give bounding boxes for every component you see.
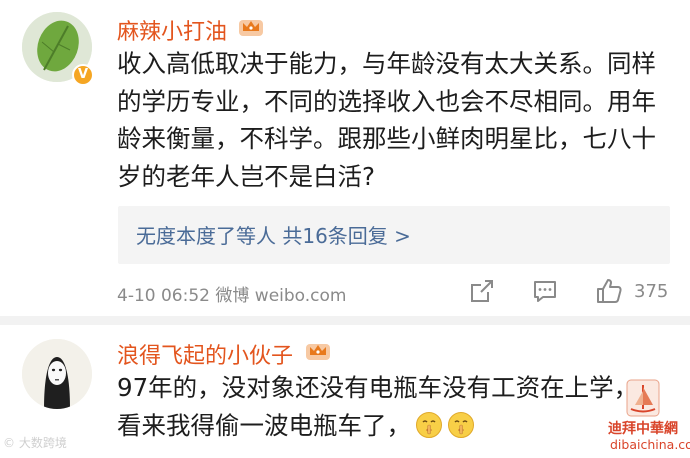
- shush-face-emoji: [416, 411, 442, 438]
- comment-line-text: 看来我得偷一波电瓶车了，: [117, 410, 411, 440]
- comment-line: 收入高低取决于能力，与年龄没有太大关系。同样: [117, 49, 656, 78]
- watermark-right-cn: 迪拜中華網: [608, 421, 678, 437]
- comment-body: 收入高低取决于能力，与年龄没有太大关系。同样 的学历专业，不同的选择收入也会不尽…: [117, 45, 656, 195]
- watermark-left: © 大数跨境: [3, 434, 67, 451]
- watermark-right-url: dibaichina.com: [610, 437, 690, 452]
- like-count: 375: [634, 281, 669, 302]
- avatar[interactable]: [22, 339, 92, 409]
- share-icon[interactable]: [468, 277, 496, 305]
- comment-line: 看来我得偷一波电瓶车了，: [117, 407, 638, 445]
- username[interactable]: 浪得飞起的小伙子: [117, 338, 293, 370]
- crown-badge-icon: [306, 344, 330, 360]
- comment-line: 的学历专业，不同的选择收入也会不尽相同。用年: [117, 86, 656, 116]
- dibaichina-logo-icon: [626, 379, 660, 417]
- comment-meta: 4-10 06:52 微博 weibo.com: [117, 286, 347, 306]
- verified-badge: V: [72, 64, 94, 86]
- comment-line: 97年的，没对象还没有电瓶车没有工资在上学，: [117, 373, 639, 402]
- no-face-avatar-icon: [22, 339, 92, 409]
- comment-body: 97年的，没对象还没有电瓶车没有工资在上学， 看来我得偷一波电瓶车了，: [117, 369, 638, 444]
- comment-line: 岁的老年人岂不是白活?: [117, 161, 376, 191]
- comment-card: V 麻辣小打油 收入高低取决于能力，与年龄没有太大关系。同样 的学历专业，不同的…: [0, 0, 690, 316]
- watermark-left-text: 大数跨境: [18, 436, 67, 450]
- watermark-logo-icon: ©: [3, 436, 15, 450]
- comment-line: 龄来衡量，不科学。跟那些小鲜肉明星比，七八十: [117, 124, 656, 153]
- username[interactable]: 麻辣小打油: [117, 14, 227, 46]
- comment-divider: [0, 316, 690, 325]
- comment-icon[interactable]: [531, 277, 559, 305]
- thumbs-up-icon[interactable]: [595, 277, 623, 305]
- reply-summary-box[interactable]: 无度本度了等人 共16条回复 >: [118, 206, 670, 264]
- reply-summary-link[interactable]: 无度本度了等人 共16条回复 >: [136, 220, 411, 249]
- shush-face-emoji: [448, 411, 474, 438]
- crown-badge-icon: [239, 20, 263, 36]
